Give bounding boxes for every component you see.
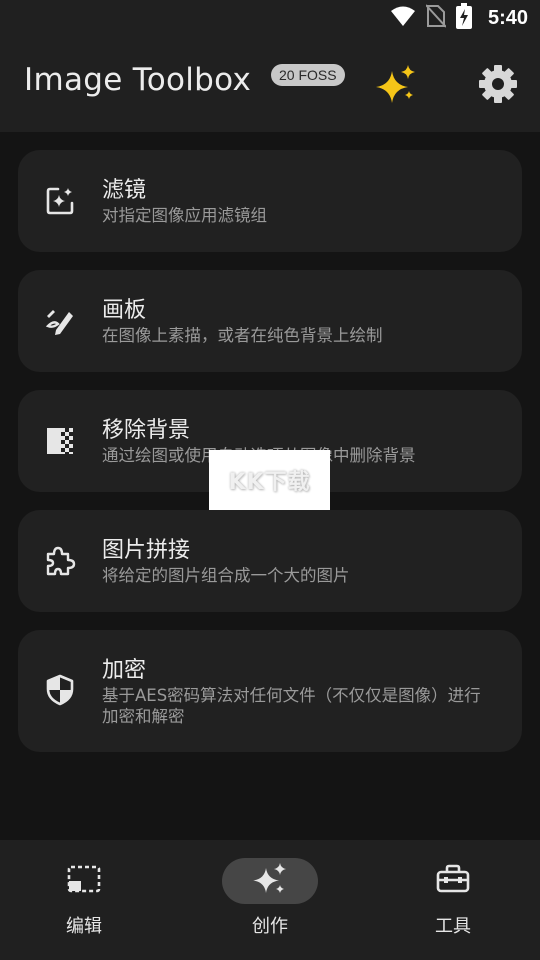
filter-icon bbox=[42, 183, 78, 219]
tool-title: 加密 bbox=[102, 658, 147, 683]
tool-description: 基于AES密码算法对任何文件（不仅仅是图像）进行加密和解密 bbox=[102, 686, 481, 726]
remove-background-icon bbox=[42, 423, 78, 459]
nav-item-tools[interactable]: 工具 bbox=[393, 858, 513, 942]
app-title: Image Toolbox bbox=[24, 62, 252, 98]
bottom-navigation: 编辑 创作 工具 bbox=[0, 840, 540, 960]
tool-card-filter[interactable]: 滤镜 对指定图像应用滤镜组 bbox=[18, 150, 522, 252]
draw-icon bbox=[42, 303, 78, 339]
nav-pill-active bbox=[222, 858, 318, 904]
battery-charging-icon bbox=[455, 3, 472, 33]
settings-button[interactable] bbox=[474, 62, 522, 110]
tool-description: 对指定图像应用滤镜组 bbox=[102, 206, 267, 225]
tool-card-cipher[interactable]: 加密 基于AES密码算法对任何文件（不仅仅是图像）进行加密和解密 bbox=[18, 630, 522, 752]
gear-icon bbox=[478, 64, 518, 108]
watermark: KK下载 bbox=[209, 450, 330, 510]
watermark-text: KK下载 bbox=[228, 470, 311, 495]
sparkles-button[interactable] bbox=[372, 64, 420, 108]
status-time: 5:40 bbox=[487, 6, 528, 29]
edit-frame-icon bbox=[66, 864, 102, 898]
tool-title: 画板 bbox=[102, 298, 147, 323]
tool-card-draw[interactable]: 画板 在图像上素描，或者在纯色背景上绘制 bbox=[18, 270, 522, 372]
status-icons: 5:40 bbox=[390, 3, 528, 33]
nav-item-edit[interactable]: 编辑 bbox=[24, 858, 144, 942]
tool-card-stitch[interactable]: 图片拼接 将给定的图片组合成一个大的图片 bbox=[18, 510, 522, 612]
toolbox-icon bbox=[436, 864, 470, 898]
sparkles-icon bbox=[374, 63, 418, 109]
tool-description: 将给定的图片组合成一个大的图片 bbox=[102, 566, 350, 585]
nav-item-create[interactable]: 创作 bbox=[210, 858, 330, 942]
nav-pill bbox=[405, 858, 501, 904]
nav-label: 工具 bbox=[435, 916, 471, 937]
shield-icon bbox=[42, 672, 78, 708]
nav-pill bbox=[36, 858, 132, 904]
wifi-icon bbox=[390, 5, 416, 31]
tool-title: 移除背景 bbox=[102, 418, 191, 443]
nav-label: 编辑 bbox=[66, 916, 102, 937]
status-bar: 5:40 bbox=[0, 0, 540, 36]
top-app-bar: Image Toolbox 20 FOSS bbox=[0, 36, 540, 132]
version-badge: 20 FOSS bbox=[271, 64, 345, 86]
tool-title: 图片拼接 bbox=[102, 538, 191, 563]
nav-label: 创作 bbox=[252, 916, 288, 937]
no-sim-icon bbox=[425, 4, 447, 32]
tool-title: 滤镜 bbox=[102, 178, 147, 203]
tool-description: 在图像上素描，或者在纯色背景上绘制 bbox=[102, 326, 383, 345]
sparkles-icon bbox=[252, 862, 288, 900]
puzzle-icon bbox=[42, 543, 78, 579]
